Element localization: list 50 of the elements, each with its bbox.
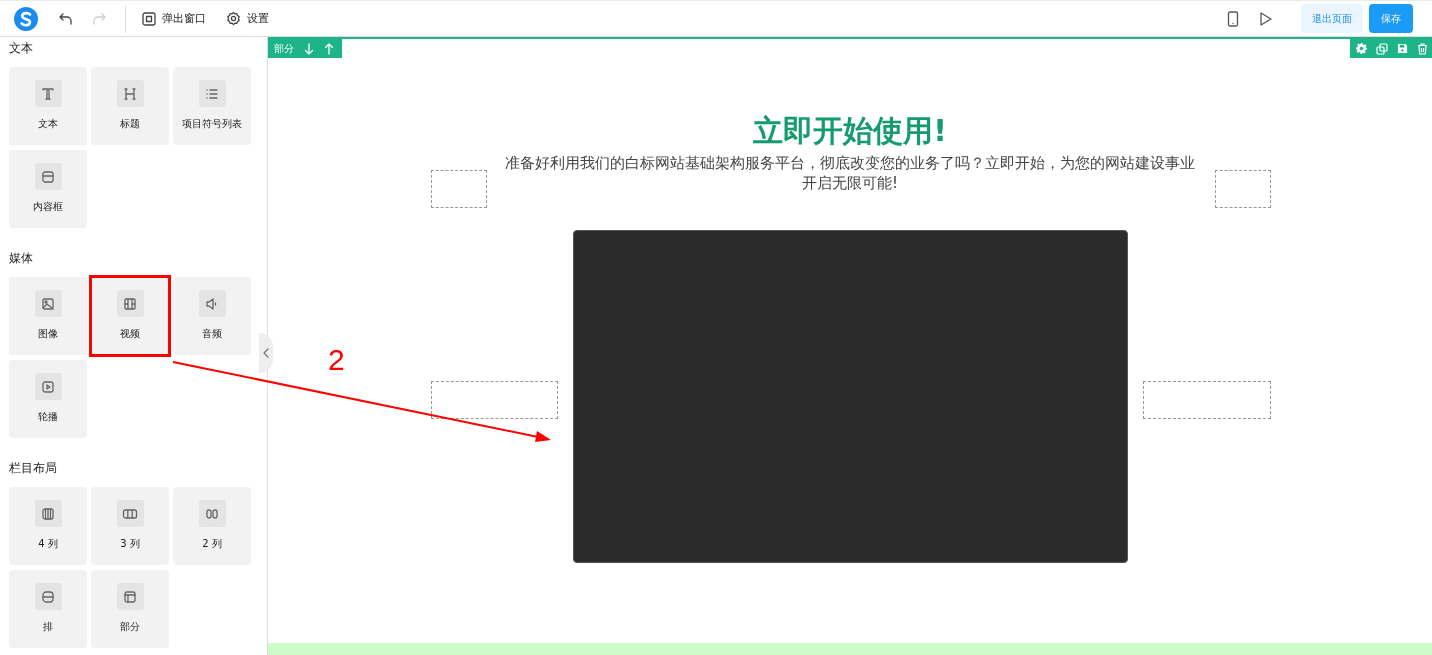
- element-tile[interactable]: 图像: [9, 277, 87, 355]
- section-label: 部分: [274, 41, 294, 56]
- element-tile[interactable]: 部分: [91, 570, 169, 648]
- section-title: 媒体: [9, 250, 34, 267]
- four-columns-icon: [41, 506, 55, 521]
- delete-icon[interactable]: [1417, 42, 1428, 55]
- up-arrow-icon[interactable]: [324, 42, 334, 55]
- section-icon: [123, 589, 137, 604]
- chevron-left-icon: [262, 348, 270, 358]
- section-title: 文本: [9, 40, 34, 57]
- three-columns-icon: [122, 506, 138, 521]
- element-tile[interactable]: 2 列: [173, 487, 251, 565]
- page-description: 准备好利用我们的白标网站基础架构服务平台，彻底改变您的业务了吗？立即开始，为您的网站建设事业开启无限可能!: [504, 153, 1196, 193]
- settings-icon: [226, 11, 241, 26]
- carousel-icon: [41, 379, 55, 394]
- element-tile[interactable]: 音频: [173, 277, 251, 355]
- element-tile[interactable]: 项目符号列表: [173, 67, 251, 145]
- logo-icon: [14, 6, 38, 31]
- annotation-number: 2: [328, 343, 345, 377]
- speaker-icon: [205, 296, 219, 311]
- popup-button[interactable]: 弹出窗口: [142, 11, 206, 26]
- drop-placeholder: [431, 170, 487, 208]
- element-tile[interactable]: 内容框: [9, 150, 87, 228]
- heading-icon: [123, 86, 137, 101]
- film-icon: [123, 296, 137, 311]
- list-icon: [205, 86, 219, 101]
- element-tile[interactable]: 文本: [9, 67, 87, 145]
- element-tile[interactable]: 4 列: [9, 487, 87, 565]
- row-icon: [41, 589, 55, 604]
- drop-placeholder: [1215, 170, 1271, 208]
- mobile-icon[interactable]: [1227, 10, 1239, 27]
- image-icon: [41, 296, 55, 311]
- settings-button[interactable]: 设置: [226, 11, 269, 26]
- save-icon[interactable]: [1397, 43, 1408, 54]
- page-heading: 立即开始使用!: [753, 112, 947, 150]
- down-arrow-icon[interactable]: [304, 42, 314, 55]
- copy-icon[interactable]: [1376, 42, 1388, 55]
- section-title: 栏目布局: [9, 460, 58, 477]
- popup-icon: [142, 11, 156, 26]
- two-columns-icon: [205, 506, 219, 521]
- element-tile[interactable]: 3 列: [91, 487, 169, 565]
- play-icon[interactable]: [1259, 10, 1273, 27]
- element-tile[interactable]: 标题: [91, 67, 169, 145]
- text-icon: [41, 86, 55, 101]
- box-icon: [41, 169, 55, 184]
- element-tile[interactable]: 排: [9, 570, 87, 648]
- element-tile[interactable]: 轮播: [9, 360, 87, 438]
- collapse-handle[interactable]: [259, 333, 273, 373]
- settings-icon[interactable]: [1356, 43, 1367, 54]
- element-tile[interactable]: 视频: [91, 277, 169, 355]
